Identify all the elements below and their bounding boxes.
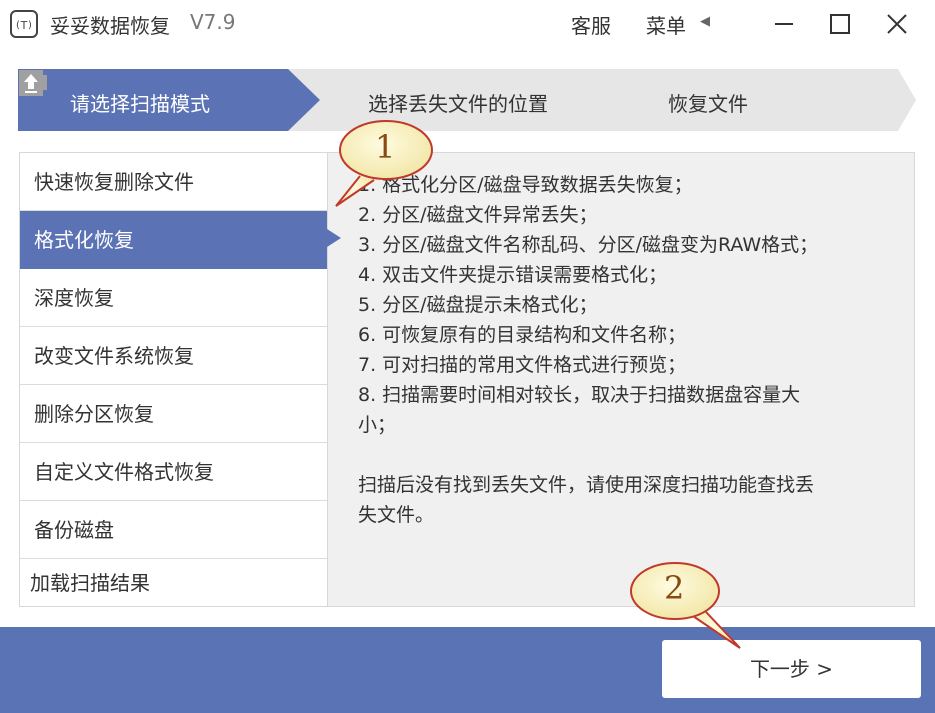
app-title: 妥妥数据恢复 bbox=[50, 14, 170, 38]
step-recover-files: 恢复文件 bbox=[668, 92, 748, 116]
description-line: 6. 可恢复原有的目录结构和文件名称； bbox=[358, 324, 687, 346]
mode-format-recover[interactable]: 格式化恢复 bbox=[20, 211, 327, 269]
menu-arrow-icon[interactable]: ◀ bbox=[700, 14, 710, 29]
mode-quick-recover-deleted[interactable]: 快速恢复删除文件 bbox=[20, 153, 327, 211]
mode-deleted-partition-recover[interactable]: 删除分区恢复 bbox=[20, 385, 327, 443]
menu-button[interactable]: 菜单 bbox=[646, 10, 686, 39]
app-version: V7.9 bbox=[190, 10, 236, 34]
description-line: 5. 分区/磁盘提示未格式化； bbox=[358, 294, 598, 316]
step-select-mode: 请选择扫描模式 bbox=[70, 92, 210, 116]
customer-service-button[interactable]: 客服 bbox=[571, 10, 611, 39]
description-line: 3. 分区/磁盘文件名称乱码、分区/磁盘变为RAW格式； bbox=[358, 234, 819, 256]
callout-1-number: 1 bbox=[375, 128, 396, 166]
description-line: 7. 可对扫描的常用文件格式进行预览； bbox=[358, 354, 687, 376]
mode-description-panel: 1. 格式化分区/磁盘导致数据丢失恢复； 2. 分区/磁盘文件异常丢失； 3. … bbox=[327, 152, 915, 607]
step-select-location: 选择丢失文件的位置 bbox=[368, 92, 548, 116]
active-item-pointer-icon bbox=[327, 229, 341, 247]
step3-background bbox=[588, 69, 916, 131]
title-bar: T ( ) 妥妥数据恢复 V7.9 客服 菜单 ◀ bbox=[0, 0, 935, 48]
upload-icon bbox=[19, 70, 43, 96]
mode-load-scan-result[interactable]: 加载扫描结果 bbox=[20, 559, 327, 607]
callout-2-number: 2 bbox=[664, 569, 685, 607]
minimize-icon[interactable] bbox=[767, 8, 801, 40]
description-note-line: 失文件。 bbox=[358, 504, 435, 526]
callout-2-bubble bbox=[630, 562, 741, 649]
description-line: 8. 扫描需要时间相对较长，取决于扫描数据盘容量大 bbox=[358, 384, 801, 406]
description-line: 小； bbox=[358, 414, 397, 436]
description-note-line: 扫描后没有找到丢失文件，请使用深度扫描功能查找丢 bbox=[358, 474, 815, 496]
app-logo-icon: T ( ) bbox=[10, 10, 38, 38]
close-icon[interactable] bbox=[880, 8, 914, 40]
scan-mode-list: 快速恢复删除文件 格式化恢复 深度恢复 改变文件系统恢复 删除分区恢复 自定义文… bbox=[19, 152, 327, 607]
mode-custom-format-recover[interactable]: 自定义文件格式恢复 bbox=[20, 443, 327, 501]
description-line: 4. 双击文件夹提示错误需要格式化； bbox=[358, 264, 668, 286]
svg-text:T: T bbox=[20, 19, 28, 32]
mode-backup-disk[interactable]: 备份磁盘 bbox=[20, 501, 327, 559]
svg-text:): ) bbox=[28, 20, 32, 31]
maximize-icon[interactable] bbox=[823, 8, 857, 40]
mode-change-filesystem-recover[interactable]: 改变文件系统恢复 bbox=[20, 327, 327, 385]
mode-deep-recover[interactable]: 深度恢复 bbox=[20, 269, 327, 327]
svg-text:(: ( bbox=[16, 20, 20, 31]
step-bar: 请选择扫描模式 选择丢失文件的位置 恢复文件 bbox=[18, 69, 918, 131]
